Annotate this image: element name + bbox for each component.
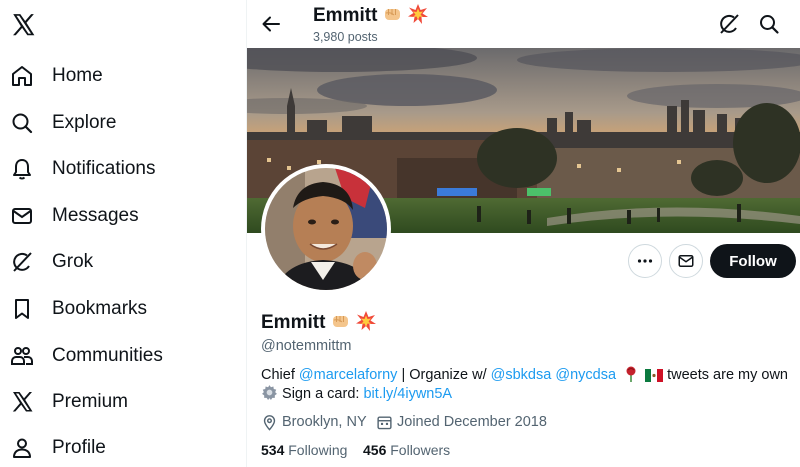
profile-name: Emmitt xyxy=(261,311,376,335)
nav-item-messages[interactable]: Messages xyxy=(0,196,240,236)
nav-item-bookmarks[interactable]: Bookmarks xyxy=(0,289,240,329)
followers-label: Followers xyxy=(390,442,451,458)
nav-item-label: Bookmarks xyxy=(52,298,148,319)
following-stat[interactable]: 534 Following xyxy=(261,442,347,458)
bio-text: Chief xyxy=(261,367,299,383)
bio-text: Sign a card: xyxy=(282,386,364,402)
more-icon xyxy=(637,259,653,263)
nav-item-label: Profile xyxy=(52,437,106,458)
header-name: Emmitt xyxy=(313,4,428,28)
followers-stat[interactable]: 456 Followers xyxy=(363,442,450,458)
search-icon[interactable] xyxy=(757,12,781,36)
profile-handle: @notemmittm xyxy=(261,338,352,354)
more-options-button[interactable] xyxy=(628,244,662,278)
bio-text: tweets are my own xyxy=(667,367,788,383)
nav-item-label: Premium xyxy=(52,391,129,412)
mention-link[interactable]: @sbkdsa xyxy=(491,367,552,383)
nav-item-communities[interactable]: Communities xyxy=(0,336,240,376)
grok-icon[interactable] xyxy=(717,12,741,36)
collision-emoji-icon xyxy=(407,4,428,24)
post-count: 3,980 posts xyxy=(313,30,378,44)
nav-item-grok[interactable]: Grok xyxy=(0,242,240,282)
back-arrow-icon[interactable] xyxy=(259,12,283,36)
calendar-icon xyxy=(377,415,392,429)
message-button[interactable] xyxy=(669,244,703,278)
nav-item-explore[interactable]: Explore xyxy=(0,103,240,143)
nav-item-label: Communities xyxy=(52,345,163,366)
bio-link[interactable]: bit.ly/4iywn5A xyxy=(363,386,452,402)
nav-item-notifications[interactable]: Notifications xyxy=(0,149,240,189)
gear-icon xyxy=(262,385,277,400)
following-label: Following xyxy=(288,442,348,458)
fist-emoji-icon xyxy=(332,316,348,327)
location-pin-icon xyxy=(263,414,276,431)
nav-item-label: Notifications xyxy=(52,158,156,179)
profile-header-bar: Emmitt 3,980 posts xyxy=(247,0,800,48)
person-icon xyxy=(13,438,31,458)
envelope-icon xyxy=(12,208,32,224)
profile-avatar[interactable] xyxy=(261,164,391,294)
nav-item-label: Grok xyxy=(52,251,94,272)
profile-bio-line-2: Sign a card: bit.ly/4iywn5A xyxy=(261,384,452,403)
communities-icon xyxy=(11,347,33,365)
nav-item-label: Explore xyxy=(52,112,117,133)
grok-icon xyxy=(13,252,32,272)
nav-item-home[interactable]: Home xyxy=(0,56,240,96)
mention-link[interactable]: @nycdsa xyxy=(555,367,616,383)
profile-column: Emmitt 3,980 posts Follow Emmitt @notemm… xyxy=(247,0,800,467)
x-logo-icon[interactable] xyxy=(10,12,36,38)
envelope-icon xyxy=(678,255,694,267)
mexico-flag-icon xyxy=(645,369,664,382)
nav-item-label: Home xyxy=(52,65,103,86)
profile-bio: Chief @marcelaforny | Organize w/ @sbkds… xyxy=(261,366,788,384)
profile-name-text: Emmitt xyxy=(261,312,326,333)
bio-text: | Organize w/ xyxy=(397,367,491,383)
rose-emoji-icon xyxy=(626,366,636,382)
profile-location: Brooklyn, NY xyxy=(261,413,367,431)
home-icon xyxy=(12,66,32,86)
joined-text: Joined December 2018 xyxy=(397,414,547,430)
follow-button[interactable]: Follow xyxy=(710,244,796,278)
fist-emoji-icon xyxy=(384,9,400,20)
collision-emoji-icon xyxy=(355,311,376,331)
search-icon xyxy=(12,113,33,134)
location-text: Brooklyn, NY xyxy=(282,414,367,430)
profile-joined-date: Joined December 2018 xyxy=(376,413,547,431)
followers-count: 456 xyxy=(363,442,387,458)
bell-icon xyxy=(13,159,31,180)
left-navigation: Home Explore Notifications Messages Grok… xyxy=(0,0,246,467)
bookmark-icon xyxy=(15,299,29,319)
nav-item-premium[interactable]: Premium xyxy=(0,382,240,422)
mention-link[interactable]: @marcelaforny xyxy=(299,367,398,383)
nav-item-profile[interactable]: Profile xyxy=(0,428,240,467)
x-logo-icon xyxy=(12,392,33,412)
header-name-text: Emmitt xyxy=(313,5,378,26)
following-count: 534 xyxy=(261,442,285,458)
nav-item-label: Messages xyxy=(52,205,139,226)
